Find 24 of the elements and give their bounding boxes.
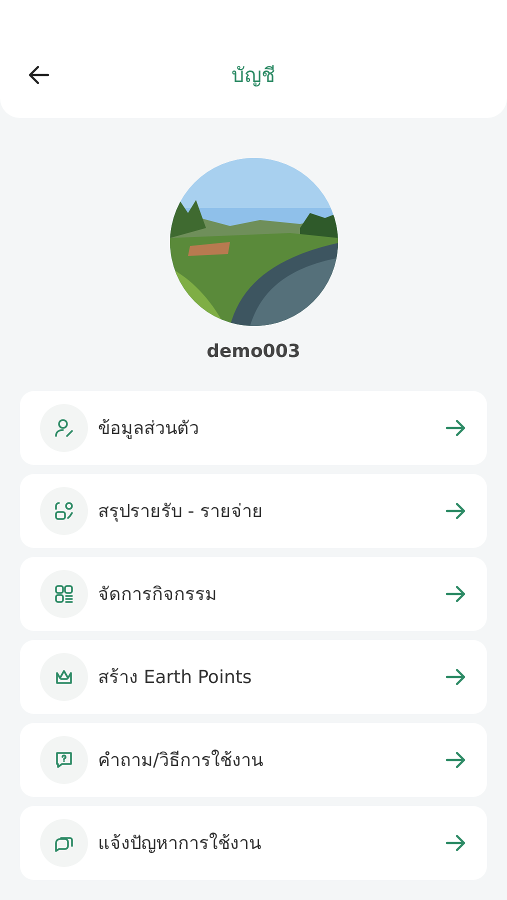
menu-label: แจ้งปัญหาการใช้งาน xyxy=(98,832,262,856)
arrow-right-icon xyxy=(445,583,467,605)
arrow-right-icon xyxy=(445,666,467,688)
menu-item[interactable]: สร้าง Earth Points xyxy=(20,640,487,714)
menu-item[interactable]: แจ้งปัญหาการใช้งาน xyxy=(20,806,487,880)
menu-item[interactable]: จัดการกิจกรรม xyxy=(20,557,487,631)
menu-item[interactable]: ข้อมูลส่วนตัว xyxy=(20,391,487,465)
wallet-user-icon xyxy=(52,499,76,523)
arrow-right-icon xyxy=(445,749,467,771)
menu-item[interactable]: คำถาม/วิธีการใช้งาน xyxy=(20,723,487,797)
menu-item[interactable]: สรุปรายรับ - รายจ่าย xyxy=(20,474,487,548)
arrow-right-icon xyxy=(445,832,467,854)
menu-label: สรุปรายรับ - รายจ่าย xyxy=(98,500,264,524)
username: demo003 xyxy=(206,340,302,364)
person-edit-icon xyxy=(52,416,76,440)
back-arrow-icon xyxy=(28,64,50,86)
menu-label: คำถาม/วิธีการใช้งาน xyxy=(98,748,264,772)
arrow-right-icon xyxy=(445,500,467,522)
page-title: บัญชี xyxy=(232,62,276,89)
arrow-right-icon xyxy=(445,417,467,439)
menu-label: ข้อมูลส่วนตัว xyxy=(98,416,200,441)
grid-icon xyxy=(52,582,76,606)
menu-label: จัดการกิจกรรม xyxy=(98,582,218,606)
menu-label: สร้าง Earth Points xyxy=(98,666,253,690)
